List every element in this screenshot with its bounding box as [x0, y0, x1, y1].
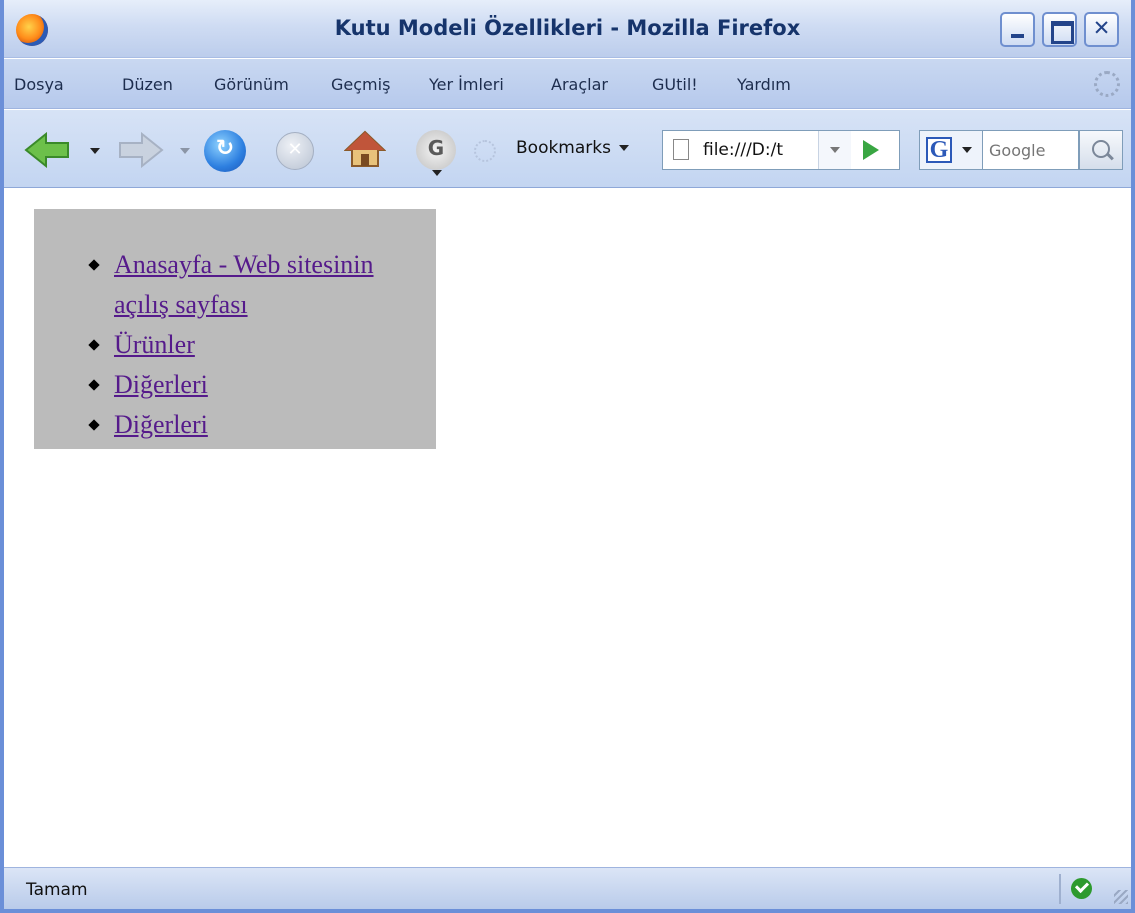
search-engine-selector[interactable]: G [919, 130, 983, 170]
navigation-toolbar: ↻ ✕ G Bookmarks file:///D:/t G [4, 110, 1131, 188]
forward-history-dropdown-icon[interactable] [180, 148, 190, 154]
gutil-dropdown-icon[interactable] [432, 170, 442, 176]
menu-yardim[interactable]: Yardım [737, 75, 791, 94]
nav-list: Anasayfa - Web sitesinin açılış sayfası … [90, 245, 420, 445]
menu-gutil[interactable]: GUtil! [652, 75, 698, 94]
list-item: Diğerleri [90, 365, 420, 405]
title-bar[interactable]: Kutu Modeli Özellikleri - Mozilla Firefo… [4, 0, 1131, 58]
url-history-dropdown[interactable] [818, 131, 851, 169]
menu-bar: Dosya Düzen Görünüm Geçmiş Yer İmleri Ar… [4, 59, 1131, 109]
search-magnifier-icon[interactable] [1079, 130, 1123, 170]
close-button[interactable]: ✕ [1084, 12, 1119, 47]
menu-dosya[interactable]: Dosya [14, 75, 64, 94]
nav-link-urunler[interactable]: Ürünler [114, 330, 195, 359]
chevron-down-icon [618, 145, 629, 151]
back-history-dropdown-icon[interactable] [90, 148, 100, 154]
status-bar: Tamam [4, 867, 1131, 909]
activity-throbber-icon [1094, 71, 1120, 97]
menu-duzen[interactable]: Düzen [122, 75, 173, 94]
url-bar[interactable]: file:///D:/t [662, 130, 900, 170]
reload-icon[interactable]: ↻ [204, 130, 246, 172]
navigation-box: Anasayfa - Web sitesinin açılış sayfası … [34, 209, 436, 449]
stop-icon[interactable]: ✕ [276, 132, 314, 170]
list-item: Ürünler [90, 325, 420, 365]
window-title: Kutu Modeli Özellikleri - Mozilla Firefo… [334, 16, 801, 40]
menu-yer-imleri[interactable]: Yer İmleri [429, 75, 504, 94]
list-item: Diğerleri [90, 405, 420, 445]
minimize-button[interactable] [1000, 12, 1035, 47]
nav-link-digerleri[interactable]: Diğerleri [114, 370, 208, 399]
maximize-button[interactable] [1042, 12, 1077, 47]
loading-spinner-icon [474, 140, 496, 162]
browser-window: Kutu Modeli Özellikleri - Mozilla Firefo… [0, 0, 1135, 913]
resize-grip-icon[interactable] [1114, 890, 1128, 904]
gutil-gear-icon[interactable]: G [416, 130, 456, 170]
status-text: Tamam [26, 880, 88, 900]
search-input[interactable] [983, 130, 1079, 170]
bookmarks-button[interactable]: Bookmarks [516, 138, 629, 158]
status-divider [1059, 874, 1061, 904]
menu-gecmis[interactable]: Geçmiş [331, 75, 390, 94]
back-arrow-icon[interactable] [24, 132, 72, 168]
forward-arrow-icon[interactable] [116, 132, 164, 168]
google-logo-icon: G [926, 137, 952, 163]
go-arrow-icon[interactable] [863, 140, 879, 160]
page-content: Anasayfa - Web sitesinin açılış sayfası … [4, 189, 1131, 867]
menu-araclar[interactable]: Araçlar [551, 75, 608, 94]
nav-link-digerleri-2[interactable]: Diğerleri [114, 410, 208, 439]
url-input[interactable]: file:///D:/t [703, 140, 813, 160]
menu-gorunum[interactable]: Görünüm [214, 75, 289, 94]
bookmarks-label: Bookmarks [516, 138, 611, 158]
check-ok-icon[interactable] [1071, 878, 1092, 899]
home-icon[interactable] [344, 128, 386, 170]
nav-link-anasayfa[interactable]: Anasayfa - Web sitesinin açılış sayfası [114, 250, 374, 319]
list-item: Anasayfa - Web sitesinin açılış sayfası [90, 245, 420, 325]
page-icon [673, 139, 689, 160]
close-icon: ✕ [1092, 16, 1111, 40]
